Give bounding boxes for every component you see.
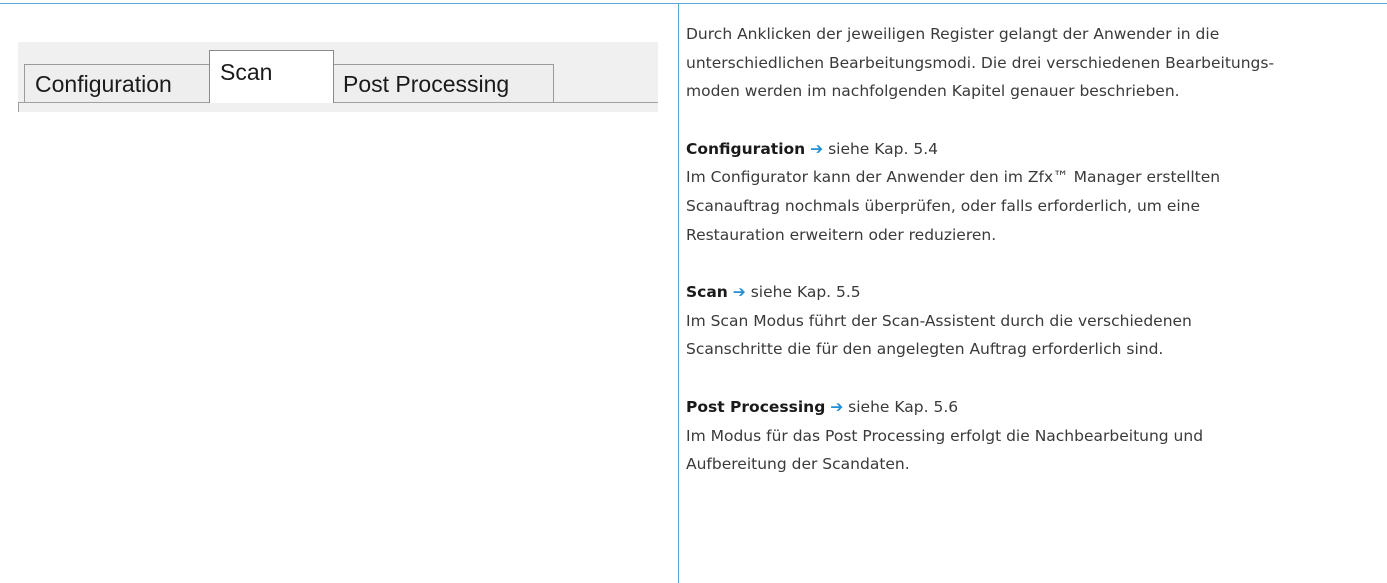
section-title: Configuration — [686, 139, 806, 158]
section-configuration: Configuration ➔ siehe Kap. 5.4 Im Config… — [686, 135, 1366, 249]
section-title: Post Processing — [686, 397, 826, 416]
tab-panel-left-border — [18, 102, 19, 112]
section-ref: siehe Kap. 5.6 — [848, 397, 959, 416]
section-ref: siehe Kap. 5.5 — [750, 283, 861, 302]
description-column: Durch Anklicken der jeweiligen Register … — [686, 20, 1366, 479]
section-line: Im Scan Modus führt der Scan-Assistent d… — [686, 311, 1192, 330]
column-divider — [678, 3, 679, 583]
section-line: Scanschritte die für den angelegten Auft… — [686, 340, 1164, 359]
section-ref: siehe Kap. 5.4 — [828, 139, 939, 158]
section-heading: Post Processing ➔ siehe Kap. 5.6 — [686, 393, 1366, 422]
section-post-processing: Post Processing ➔ siehe Kap. 5.6 Im Modu… — [686, 393, 1366, 479]
section-line: Im Modus für das Post Processing erfolgt… — [686, 426, 1204, 445]
arrow-right-icon: ➔ — [830, 397, 844, 416]
section-heading: Scan ➔ siehe Kap. 5.5 — [686, 278, 1366, 307]
top-rule — [0, 3, 1387, 4]
section-line: Im Configurator kann der Anwender den im… — [686, 168, 1221, 187]
intro-line: unterschiedlichen Bearbeitungsmodi. Die … — [686, 53, 1275, 72]
section-title: Scan — [686, 283, 728, 302]
tab-strip-screenshot: Configuration Scan Post Processing — [18, 42, 658, 112]
section-scan: Scan ➔ siehe Kap. 5.5 Im Scan Modus führ… — [686, 278, 1366, 364]
arrow-right-icon: ➔ — [732, 283, 746, 302]
tab-post-processing[interactable]: Post Processing — [332, 64, 554, 102]
tab-scan[interactable]: Scan — [209, 50, 334, 103]
section-line: Aufbereitung der Scandaten. — [686, 455, 910, 474]
arrow-right-icon: ➔ — [810, 139, 824, 158]
intro-line: moden werden im nachfolgenden Kapitel ge… — [686, 82, 1180, 101]
section-heading: Configuration ➔ siehe Kap. 5.4 — [686, 135, 1366, 164]
tab-panel-border — [18, 102, 658, 103]
tab-configuration[interactable]: Configuration — [24, 64, 211, 102]
intro-line: Durch Anklicken der jeweiligen Register … — [686, 25, 1220, 43]
intro-paragraph: Durch Anklicken der jeweiligen Register … — [686, 20, 1366, 106]
section-line: Scanauftrag nochmals überprüfen, oder fa… — [686, 196, 1201, 215]
section-line: Restauration erweitern oder reduzieren. — [686, 225, 997, 244]
